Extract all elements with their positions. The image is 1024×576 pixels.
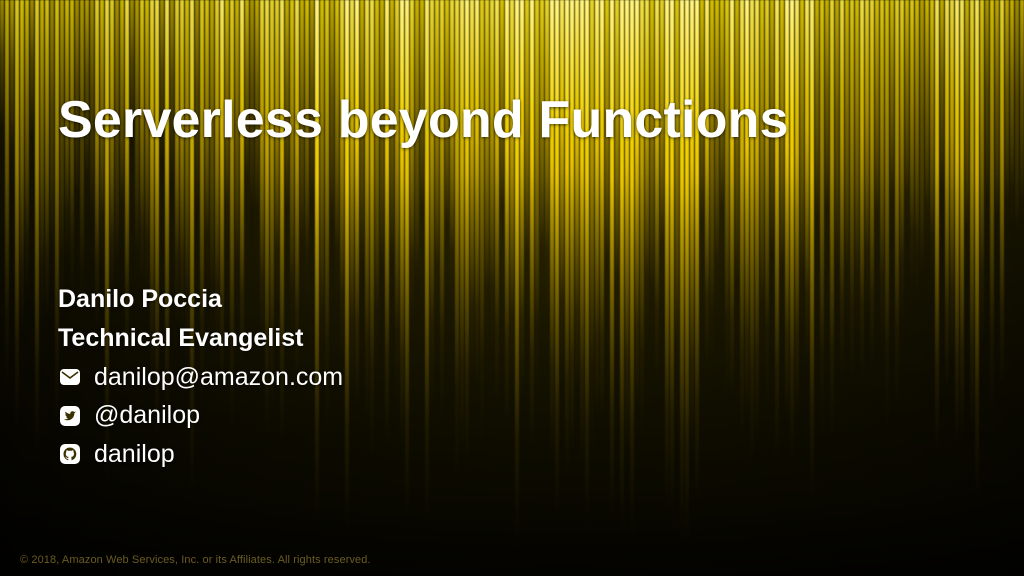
author-name: Danilo Poccia [58,280,966,319]
contact-twitter-row: @danilop [58,396,966,435]
github-icon [58,442,82,466]
author-github: danilop [94,435,175,474]
author-twitter: @danilop [94,396,200,435]
author-email: danilop@amazon.com [94,358,343,397]
slide-title: Serverless beyond Functions [58,90,966,150]
copyright-notice: © 2018, Amazon Web Services, Inc. or its… [20,554,371,566]
author-block: Danilo Poccia Technical Evangelist danil… [58,280,966,474]
author-role: Technical Evangelist [58,319,966,358]
twitter-icon [58,404,82,428]
title-slide: Serverless beyond Functions Danilo Pocci… [0,0,1024,576]
contact-email-row: danilop@amazon.com [58,358,966,397]
contact-github-row: danilop [58,435,966,474]
email-icon [58,365,82,389]
